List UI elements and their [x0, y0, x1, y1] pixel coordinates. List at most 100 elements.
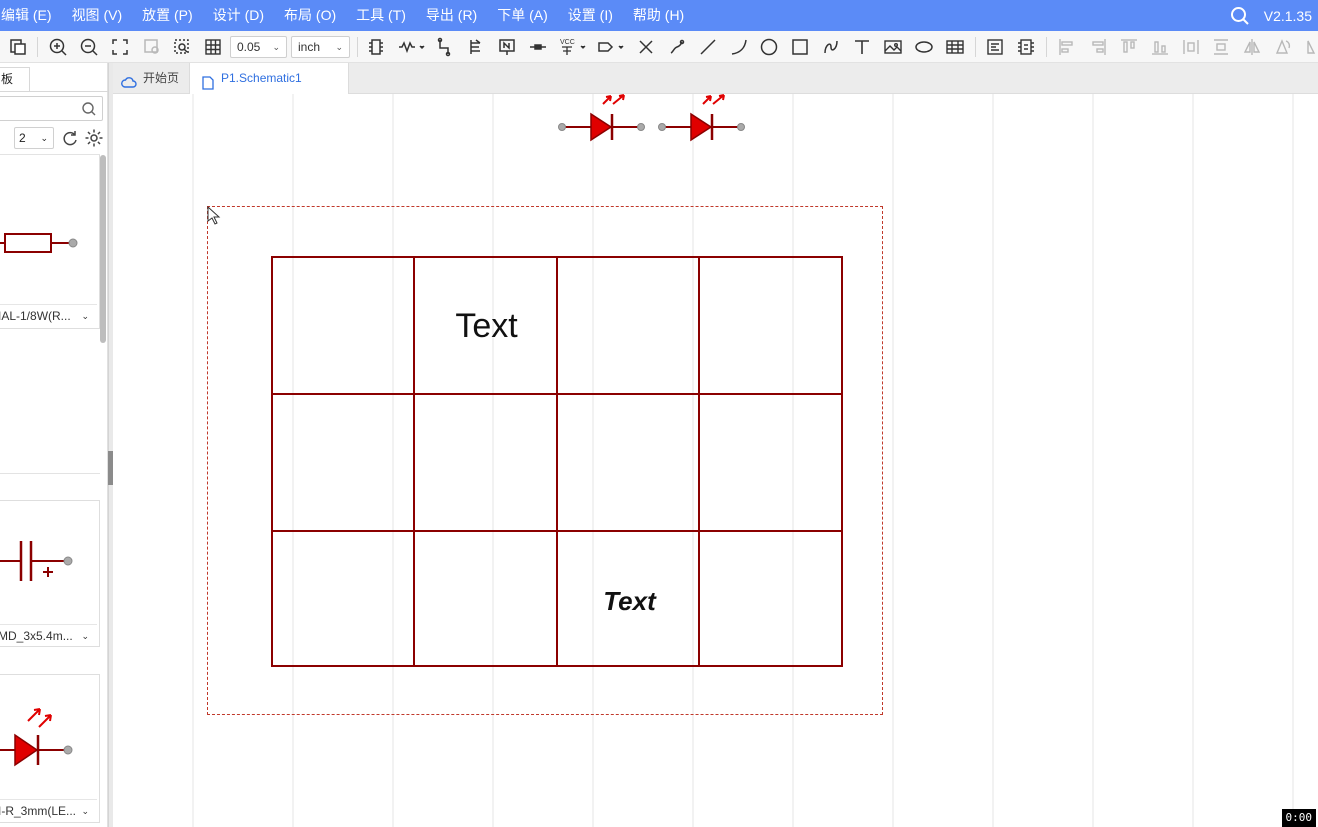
menu-order[interactable]: 下单 (A)	[487, 0, 558, 31]
grid-size-value: 0.05	[237, 40, 261, 54]
bezier-icon[interactable]	[821, 37, 841, 57]
grid-icon[interactable]	[203, 37, 223, 57]
menu-export[interactable]: 导出 (R)	[416, 0, 487, 31]
chevron-down-icon: ⌄	[79, 800, 89, 821]
menu-view[interactable]: 视图 (V)	[62, 0, 133, 31]
arc-icon[interactable]	[729, 37, 749, 57]
refresh-icon[interactable]	[61, 129, 79, 147]
line-icon[interactable]	[698, 37, 718, 57]
component-card-led[interactable]: I-R_3mm(LE... ⌄	[0, 674, 100, 823]
toolbar-separator	[357, 37, 358, 57]
led-component[interactable]	[553, 94, 653, 146]
search-icon[interactable]	[1230, 6, 1250, 26]
text-icon[interactable]	[852, 37, 872, 57]
zoom-area-icon[interactable]	[172, 37, 192, 57]
panel-scrollbar[interactable]	[100, 155, 106, 343]
tab-divider	[0, 91, 108, 92]
mouse-cursor-icon	[207, 206, 221, 225]
net-label-icon[interactable]	[497, 37, 517, 57]
zoom-out-icon[interactable]	[79, 37, 99, 57]
toolbar-separator	[1046, 37, 1047, 57]
unit-select[interactable]: inch ⌄	[291, 36, 350, 58]
document-tabs: 开始页 P1.Schematic1	[113, 63, 1318, 94]
menu-layout[interactable]: 布局 (O)	[274, 0, 346, 31]
panel-tab[interactable]: 板	[0, 67, 30, 91]
gear-icon[interactable]	[84, 128, 104, 148]
image-icon[interactable]	[883, 37, 903, 57]
table-cell-text[interactable]: Text	[415, 307, 558, 346]
resistor-symbol	[0, 233, 78, 253]
align-top-icon[interactable]	[1119, 37, 1139, 57]
menu-edit[interactable]: 编辑 (E)	[0, 0, 62, 31]
grid-size-select[interactable]: 0.05 ⌄	[230, 36, 287, 58]
page-value: 2	[19, 131, 26, 145]
align-bottom-icon[interactable]	[1150, 37, 1170, 57]
document-icon	[200, 71, 216, 90]
circle-icon[interactable]	[759, 37, 779, 57]
library-search-input[interactable]	[0, 96, 103, 121]
led-component[interactable]	[653, 94, 753, 146]
zoom-in-icon[interactable]	[48, 37, 68, 57]
chevron-down-icon: ⌄	[40, 133, 48, 143]
fit-all-icon[interactable]	[110, 37, 130, 57]
align-right-icon[interactable]	[1088, 37, 1108, 57]
menu-help[interactable]: 帮助 (H)	[623, 0, 694, 31]
wire-icon[interactable]	[398, 37, 426, 57]
annotate-icon[interactable]	[985, 37, 1005, 57]
toolbar-separator	[975, 37, 976, 57]
chevron-down-icon: ⌄	[272, 42, 280, 52]
component-icon[interactable]	[366, 37, 386, 57]
rotate-icon[interactable]	[1273, 37, 1293, 57]
component-name: MD_3x5.4m...	[0, 629, 73, 643]
svg-text:VCC: VCC	[560, 39, 575, 46]
page-select[interactable]: 2 ⌄	[14, 127, 54, 149]
toolbar-separator	[37, 37, 38, 57]
tab-label: P1.Schematic1	[221, 71, 302, 85]
copy-icon[interactable]	[8, 37, 28, 57]
component-label[interactable]: I-R_3mm(LE... ⌄	[0, 799, 97, 821]
net-port-icon[interactable]	[528, 37, 548, 57]
chevron-down-icon: ⌄	[335, 42, 343, 52]
component-card-capacitor[interactable]: MD_3x5.4m... ⌄	[0, 500, 100, 647]
recording-timer: 0:00	[1281, 809, 1316, 827]
capacitor-symbol	[0, 541, 73, 581]
ellipse-icon[interactable]	[914, 37, 934, 57]
net-flag-icon[interactable]	[597, 37, 627, 57]
component-name: I-R_3mm(LE...	[0, 804, 77, 818]
fit-selection-icon[interactable]	[142, 37, 162, 57]
menu-tools[interactable]: 工具 (T)	[346, 0, 416, 31]
tab-schematic[interactable]: P1.Schematic1	[189, 63, 349, 94]
bus-icon[interactable]	[436, 37, 456, 57]
toolbar: 0.05 ⌄ inch ⌄ VCC	[0, 31, 1318, 63]
menu-settings[interactable]: 设置 (I)	[558, 0, 623, 31]
cloud-icon	[121, 71, 137, 88]
rectangle-icon[interactable]	[790, 37, 810, 57]
flip-icon[interactable]	[1242, 37, 1262, 57]
no-connect-icon[interactable]	[636, 37, 656, 57]
distribute-h-icon[interactable]	[1181, 37, 1201, 57]
chevron-down-icon: ⌄	[79, 305, 89, 326]
schematic-canvas[interactable]: Text Text 0:00	[113, 94, 1318, 827]
bus-entry-icon[interactable]	[466, 37, 486, 57]
tab-start-page[interactable]: 开始页	[113, 63, 189, 94]
component-label[interactable]: MD_3x5.4m... ⌄	[0, 624, 97, 646]
component-name: IAL-1/8W(R...	[0, 309, 71, 323]
table-icon[interactable]	[945, 37, 965, 57]
mirror-icon[interactable]	[1304, 37, 1318, 57]
component-label[interactable]: IAL-1/8W(R... ⌄	[0, 304, 97, 326]
drc-icon[interactable]	[1016, 37, 1036, 57]
tab-label: 开始页	[143, 71, 180, 85]
menu-place[interactable]: 放置 (P)	[132, 0, 203, 31]
component-card-resistor[interactable]: IAL-1/8W(R... ⌄	[0, 155, 100, 329]
search-icon[interactable]	[81, 101, 97, 117]
pin-icon[interactable]	[667, 37, 687, 57]
library-panel: 板 2 ⌄ IAL-1/8W(R... ⌄ MD_3x5.4m... ⌄ I-R…	[0, 63, 108, 827]
align-left-icon[interactable]	[1057, 37, 1077, 57]
led-symbol	[0, 708, 73, 767]
power-vcc-icon[interactable]: VCC	[559, 37, 589, 57]
menu-design[interactable]: 设计 (D)	[203, 0, 274, 31]
table-cell-text[interactable]: Text	[558, 586, 701, 617]
version-label: V2.1.35	[1263, 7, 1312, 24]
distribute-v-icon[interactable]	[1211, 37, 1231, 57]
chevron-down-icon: ⌄	[79, 625, 89, 646]
